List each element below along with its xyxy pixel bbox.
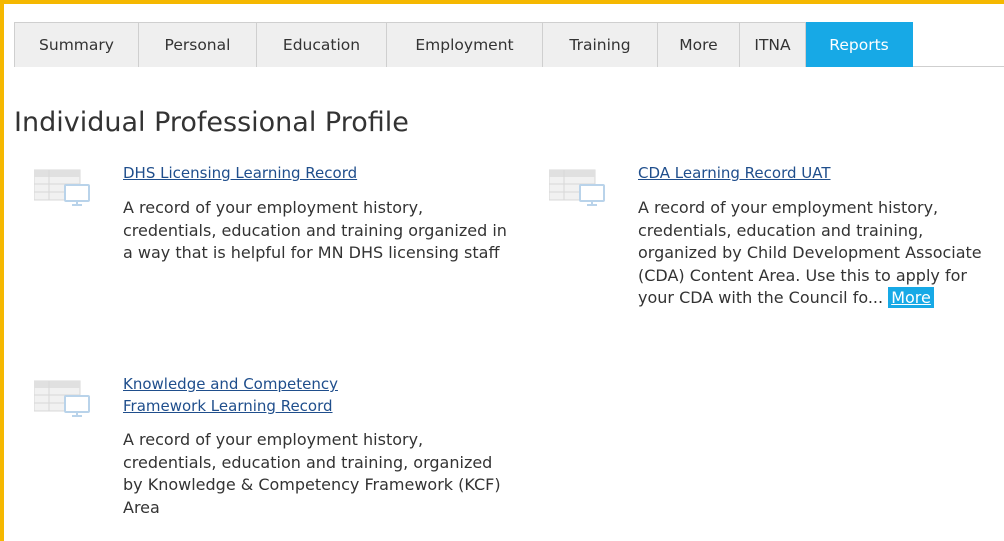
frame-top-border — [0, 0, 1004, 4]
report-card-cda: CDA Learning Record UAT A record of your… — [549, 162, 1004, 342]
report-table-icon — [34, 169, 90, 206]
report-table-icon — [34, 380, 90, 417]
kcf-learning-record-description: A record of your employment history, cre… — [123, 430, 501, 517]
page-title: Individual Professional Profile — [14, 107, 409, 138]
tab-reports[interactable]: Reports — [806, 22, 913, 67]
report-card-kcf: Knowledge and Competency Framework Learn… — [34, 373, 514, 523]
cda-learning-record-link[interactable]: CDA Learning Record UAT — [638, 162, 938, 184]
tab-education[interactable]: Education — [257, 22, 387, 67]
more-button[interactable]: More — [888, 287, 934, 308]
tab-employment[interactable]: Employment — [387, 22, 543, 67]
report-table-icon — [549, 169, 605, 206]
frame-left-border — [0, 0, 4, 541]
profile-tabs: Summary Personal Education Employment Tr… — [14, 22, 1004, 67]
cda-learning-record-description: A record of your employment history, cre… — [638, 197, 1000, 310]
report-card-dhs: DHS Licensing Learning Record A record o… — [34, 162, 514, 302]
tab-personal[interactable]: Personal — [139, 22, 257, 67]
tab-summary[interactable]: Summary — [14, 22, 139, 67]
tab-training[interactable]: Training — [543, 22, 658, 67]
kcf-learning-record-link[interactable]: Knowledge and Competency Framework Learn… — [123, 373, 408, 417]
tab-itna[interactable]: ITNA — [740, 22, 806, 67]
dhs-licensing-record-link[interactable]: DHS Licensing Learning Record — [123, 162, 423, 184]
dhs-licensing-record-description: A record of your employment history, cre… — [123, 198, 507, 262]
tab-more[interactable]: More — [658, 22, 740, 67]
